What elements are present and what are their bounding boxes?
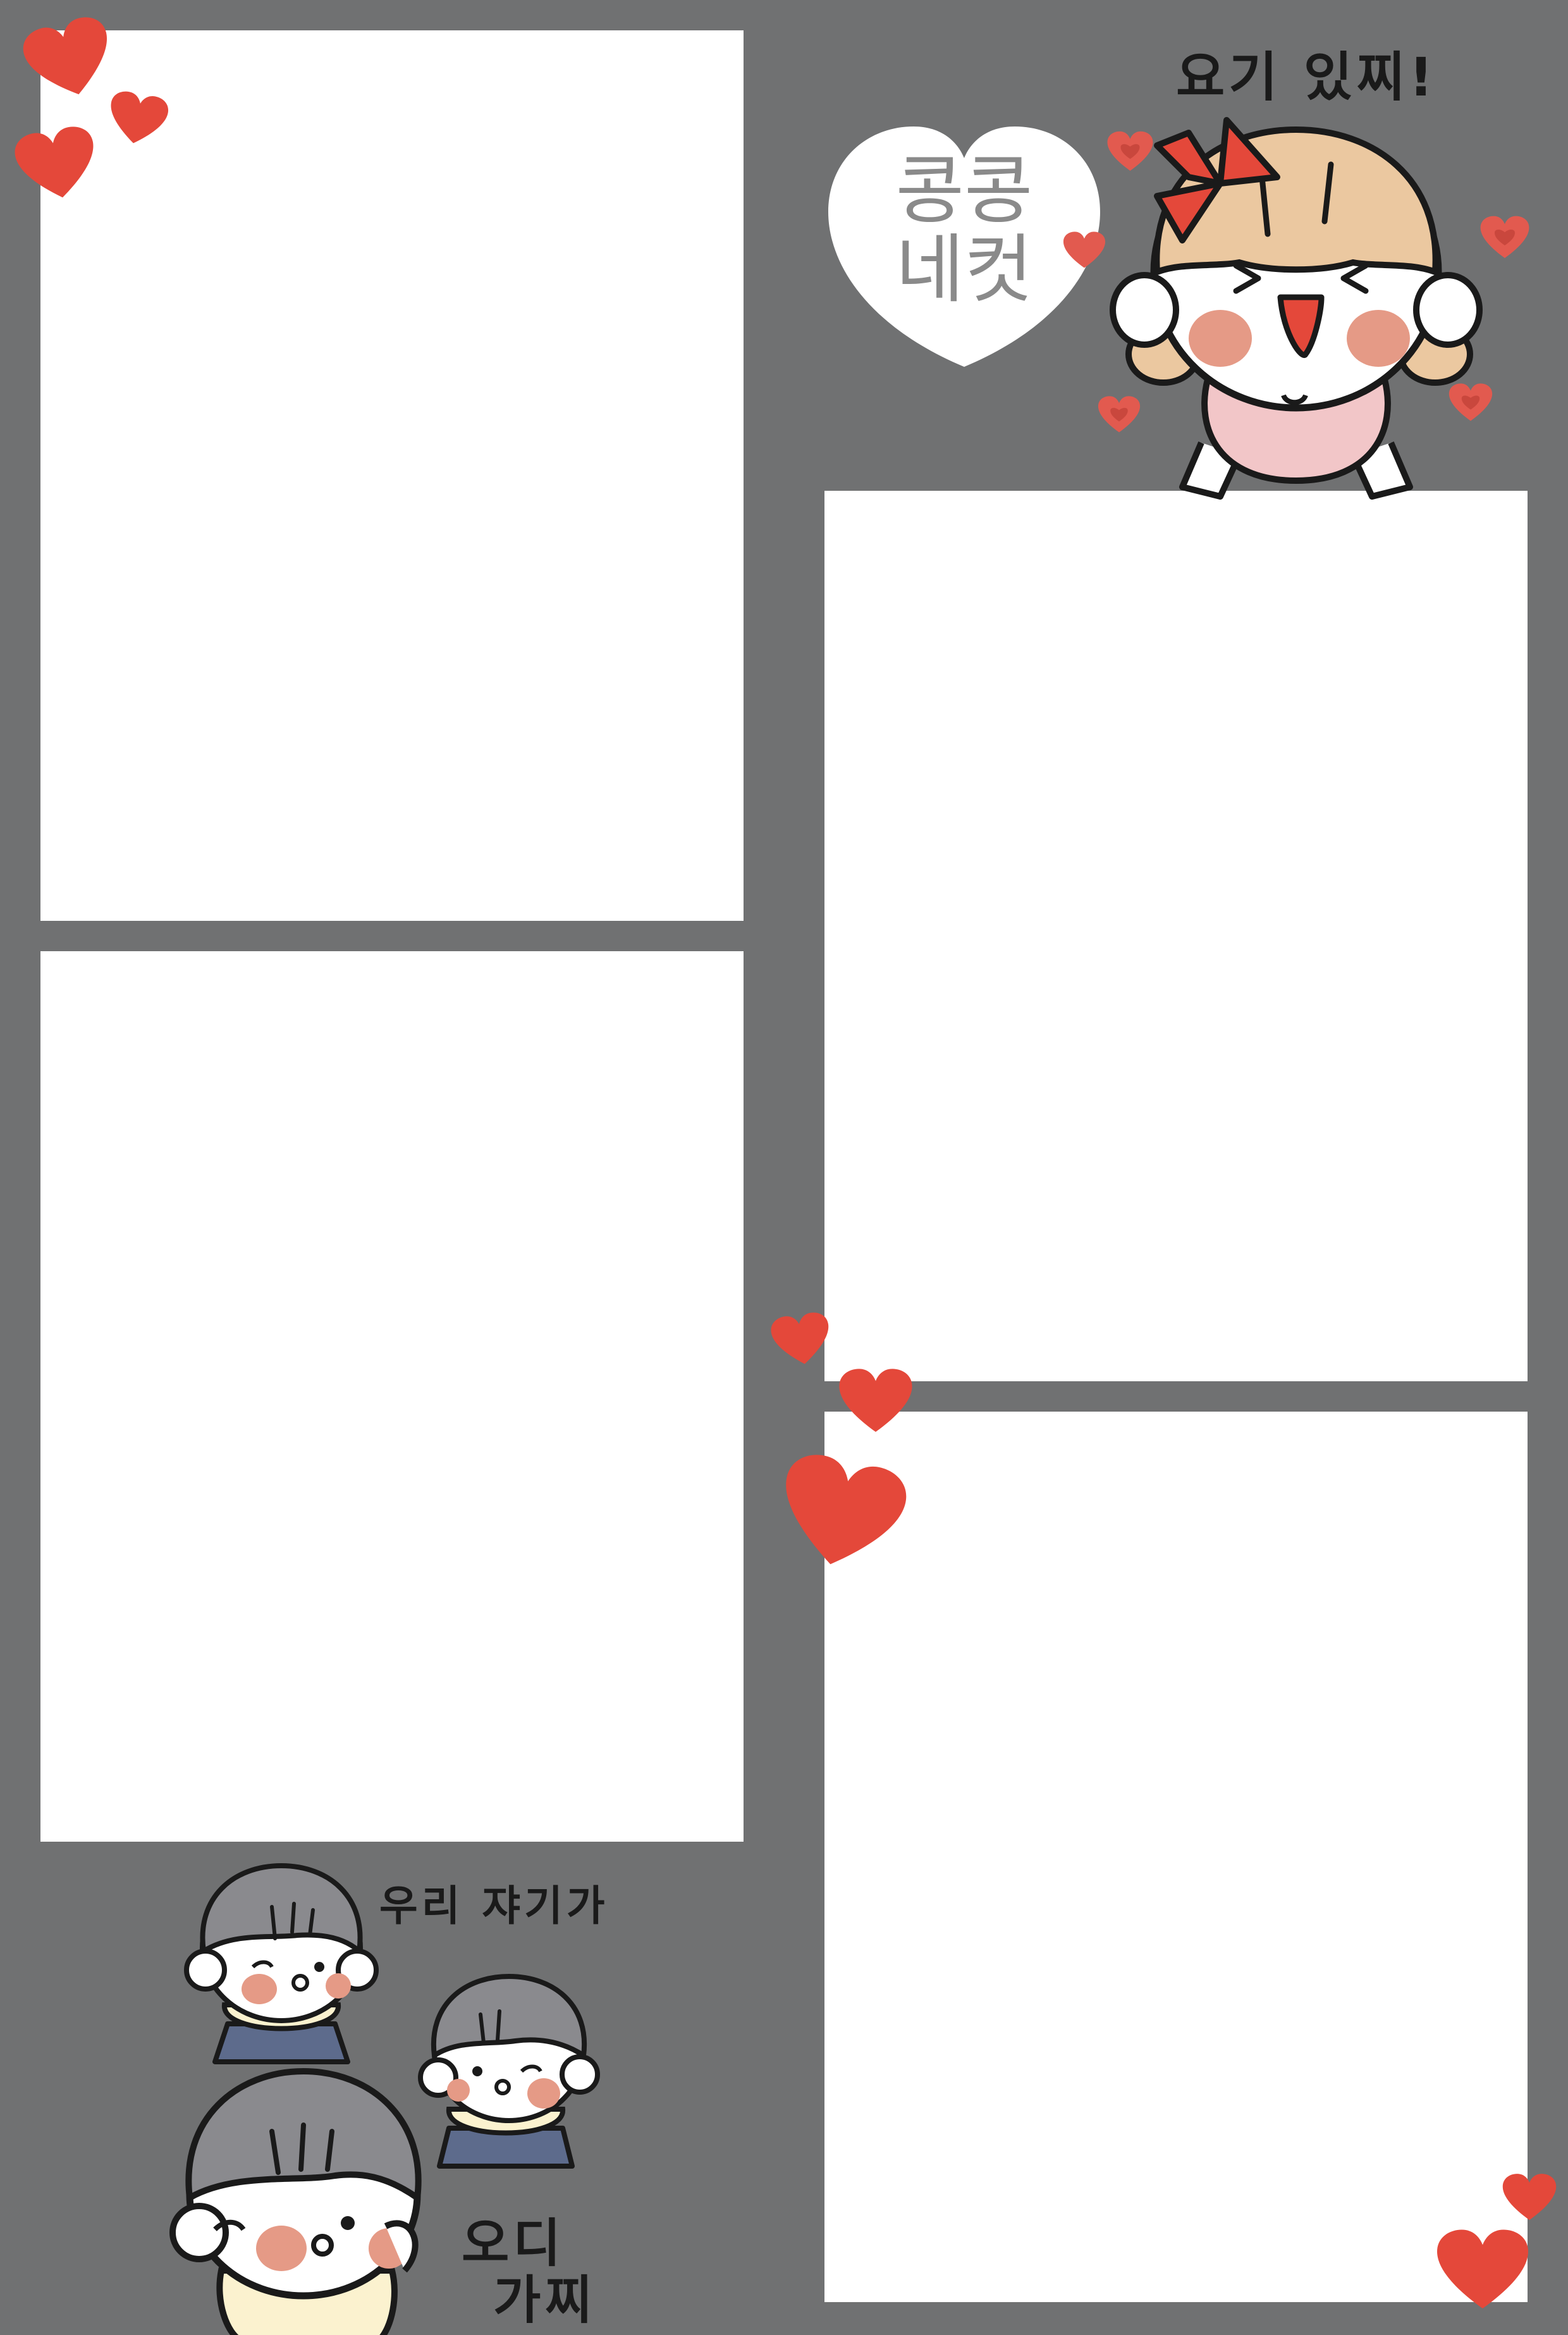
heart-icon <box>1448 383 1493 426</box>
heart-icon <box>838 1366 914 1439</box>
heart-icon <box>1106 130 1154 176</box>
heart-icon <box>1097 395 1141 437</box>
photo-slot-left-bottom <box>40 951 744 1842</box>
photo-slot-left-top <box>40 30 744 921</box>
boy-character-1 <box>184 1859 379 2074</box>
logo-line-1: 콩콩 <box>895 147 1033 234</box>
boys-speech-text-1: 우리 쟈기가 <box>379 1882 609 1930</box>
heart-icon <box>107 91 169 150</box>
girl-character <box>1110 101 1483 506</box>
boy-character-2 <box>418 1970 600 2179</box>
heart-icon <box>23 17 114 104</box>
boys-speech-text-2b: 가찌 <box>493 2270 596 2331</box>
heart-icon <box>1435 2226 1530 2317</box>
photo-slot-right-bottom <box>824 1412 1528 2302</box>
heart-icon <box>1502 2172 1557 2226</box>
girl-speech-text: 요기 있찌! <box>1176 46 1437 108</box>
heart-icon <box>1062 231 1106 273</box>
boy-character-3 <box>169 2062 436 2335</box>
heart-icon <box>771 1312 831 1371</box>
heart-icon <box>778 1455 907 1577</box>
heart-icon <box>1479 215 1530 263</box>
photo-slot-right-top <box>824 491 1528 1381</box>
heart-icon <box>15 126 98 206</box>
